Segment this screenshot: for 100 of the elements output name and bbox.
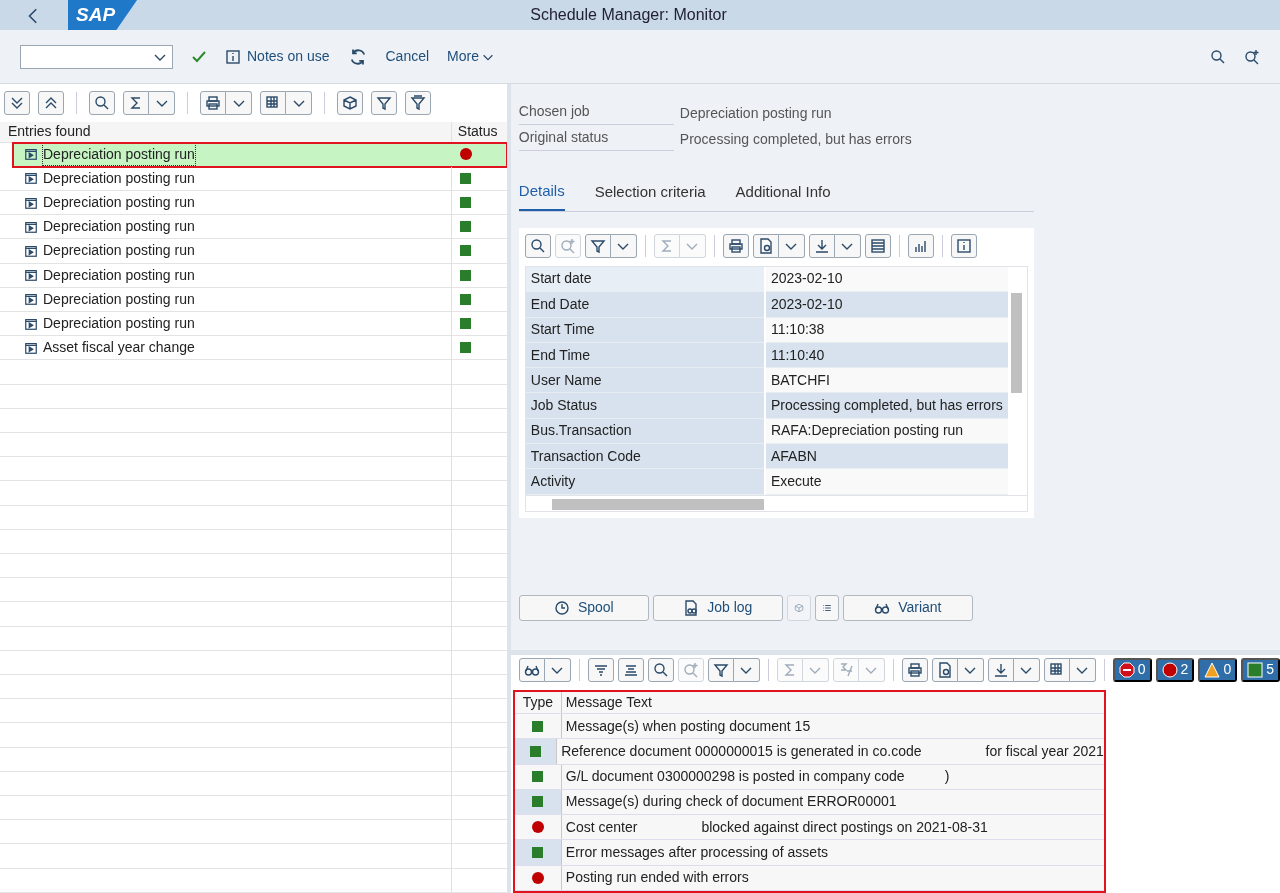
counter-button[interactable]: 0	[1112, 657, 1152, 682]
export-button[interactable]	[987, 657, 1014, 682]
job-log-button[interactable]: Job log	[652, 594, 783, 621]
success-icon	[532, 847, 544, 859]
search-icon	[94, 94, 110, 111]
stop-icon	[1118, 661, 1135, 678]
success-icon	[459, 269, 471, 281]
search-next-button[interactable]	[1244, 48, 1260, 65]
tab[interactable]: Details	[518, 176, 565, 211]
expand-all-button[interactable]	[4, 90, 30, 115]
preview-button[interactable]	[752, 233, 779, 258]
search-icon	[652, 661, 669, 678]
print-icon	[727, 237, 744, 254]
table-cell: User Name	[525, 367, 765, 393]
message-text: )	[944, 767, 950, 787]
sort-descending-button[interactable]	[617, 657, 644, 682]
sort-ascending-button[interactable]	[587, 657, 614, 682]
collapse-all-button[interactable]	[38, 90, 64, 115]
search-button[interactable]	[1210, 48, 1226, 65]
searchplus-icon	[559, 237, 576, 254]
table-cell: Start date	[525, 266, 765, 292]
job-row[interactable]: Depreciation posting run	[0, 239, 507, 264]
message-text: Message(s) when posting document 15	[565, 716, 811, 736]
table-cell: Bus.Transaction	[525, 418, 765, 444]
notes-button[interactable]: Notes on use	[225, 46, 330, 67]
box-icon	[342, 94, 358, 111]
job-row[interactable]: Depreciation posting run	[13, 142, 507, 167]
variant-button[interactable]: Variant	[842, 594, 973, 621]
tab[interactable]: Additional Info	[735, 176, 831, 211]
lines-icon	[869, 237, 886, 254]
cancel-button[interactable]: Cancel	[385, 46, 430, 67]
table-cell: Job Status	[525, 393, 765, 419]
searchplus-icon	[682, 661, 699, 678]
counter-button[interactable]: 0	[1198, 657, 1238, 682]
filter-button[interactable]	[707, 657, 734, 682]
counter-button[interactable]: 5	[1241, 657, 1280, 682]
package-button[interactable]	[337, 90, 363, 115]
filter-icon	[376, 94, 392, 111]
info-button[interactable]	[950, 233, 977, 258]
spool-button[interactable]: Spool	[518, 594, 649, 621]
more-button[interactable]: More	[447, 46, 495, 67]
error-icon	[1161, 661, 1178, 678]
table-cell: End Date	[525, 291, 765, 318]
counter-button[interactable]: 2	[1155, 657, 1195, 682]
job-name: Depreciation posting run	[43, 265, 195, 285]
search-button[interactable]	[647, 657, 674, 682]
table-cell: BATCHFI	[764, 367, 1008, 393]
chart-button[interactable]	[907, 233, 934, 258]
table-cell: Execute	[764, 468, 1008, 495]
job-name: Depreciation posting run	[43, 241, 195, 261]
job-row[interactable]: Depreciation posting run	[0, 190, 507, 216]
job-row[interactable]: Depreciation posting run	[0, 287, 507, 312]
field-value: Processing completed, but has errors	[679, 129, 912, 149]
error-icon	[531, 821, 544, 834]
success-icon	[459, 221, 471, 233]
job-icon	[24, 316, 38, 331]
success-icon	[459, 172, 471, 184]
layout-button[interactable]	[260, 90, 286, 115]
success-icon	[459, 318, 471, 330]
clock-icon	[553, 599, 570, 616]
search-button[interactable]	[89, 90, 115, 115]
filter-settings-button[interactable]	[405, 90, 431, 115]
filter-icon	[712, 661, 729, 678]
grid-icon	[1048, 661, 1065, 678]
filter-button[interactable]	[371, 90, 397, 115]
info-icon	[955, 237, 972, 254]
message-text: for fiscal year 2021	[985, 741, 1104, 761]
preview-button[interactable]	[931, 657, 958, 682]
job-row[interactable]: Depreciation posting run	[0, 215, 507, 240]
document-icon	[683, 599, 700, 616]
tab[interactable]: Selection criteria	[594, 176, 706, 211]
job-name: Depreciation posting run	[43, 314, 195, 334]
field-label: Chosen job	[518, 101, 674, 125]
details-button[interactable]	[518, 657, 545, 682]
field-value: Depreciation posting run	[679, 103, 832, 123]
job-row[interactable]: Depreciation posting run	[0, 311, 507, 337]
count: 0	[1137, 660, 1146, 680]
list-button[interactable]	[814, 594, 839, 621]
dropdown-button[interactable]	[149, 90, 175, 115]
horizontal-scrollbar[interactable]	[524, 495, 1028, 512]
table-cell: Activity	[525, 468, 765, 495]
layout-button[interactable]	[864, 233, 891, 258]
job-icon	[24, 243, 38, 258]
message-text: Error messages after processing of assets	[565, 843, 829, 863]
dropdown-field[interactable]	[20, 44, 173, 69]
print-button[interactable]	[200, 90, 226, 115]
print-button[interactable]	[722, 233, 749, 258]
layout-button[interactable]	[1043, 657, 1070, 682]
column-header: Status	[457, 122, 498, 142]
filter-button[interactable]	[584, 233, 611, 258]
job-row[interactable]: Asset fiscal year change	[0, 336, 507, 361]
error-icon	[531, 871, 544, 884]
search-button[interactable]	[524, 233, 551, 258]
job-row[interactable]: Depreciation posting run	[0, 166, 507, 191]
job-row[interactable]: Depreciation posting run	[0, 263, 507, 288]
sum-button[interactable]	[123, 90, 149, 115]
print-button[interactable]	[901, 657, 928, 682]
job-name: Depreciation posting run	[43, 217, 195, 237]
table-cell: Start Time	[525, 317, 765, 343]
export-button[interactable]	[808, 233, 835, 258]
